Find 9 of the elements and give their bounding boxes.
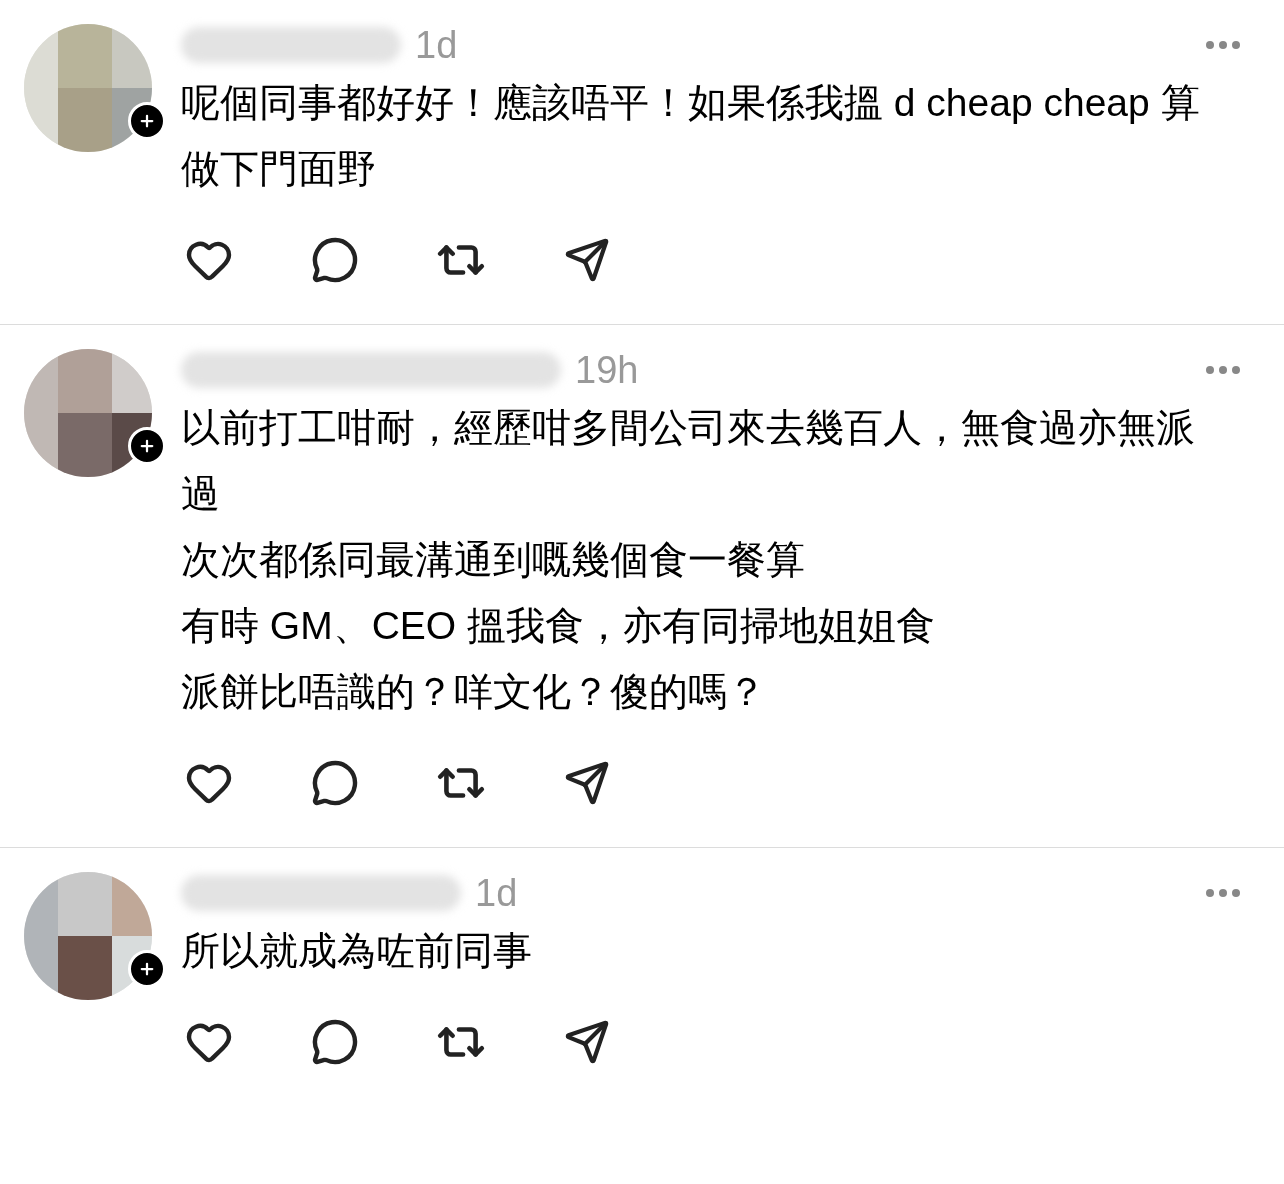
comment-text: 派餅比唔識的？咩文化？傻的嗎？ (181, 669, 767, 715)
post-time: 19h (575, 348, 639, 392)
comment-text: 呢個同事都好好！應該唔平！如果係我搵 d cheap cheap 算做下門面野 (181, 80, 1201, 192)
comment-text: 所以就成為咗前同事 (181, 928, 533, 974)
comment-text: 以前打工咁耐，經歷咁多間公司來去幾百人，無食過亦無派過 (181, 405, 1196, 517)
post-time: 1d (415, 23, 458, 67)
post-time: 1d (475, 871, 518, 915)
comment-text: 有時 GM、CEO 搵我食，亦有同掃地姐姐食 (181, 603, 936, 649)
comment-text: 次次都係同最溝通到嘅幾個食一餐算 (181, 537, 806, 583)
